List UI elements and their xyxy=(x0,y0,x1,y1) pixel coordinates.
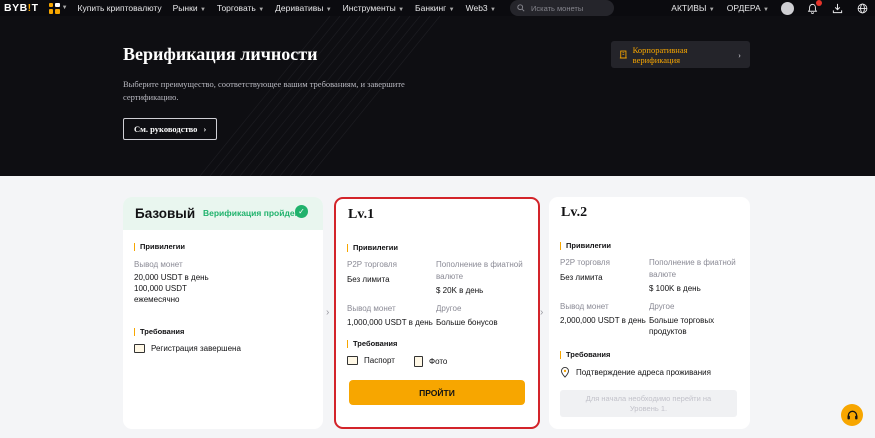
lv2-level-card: Lv.2 Привилегии P2P торговля Без лимита … xyxy=(549,197,750,429)
other-value: Больше бонусов xyxy=(436,318,498,327)
withdraw-value: 2,000,000 USDT в день xyxy=(560,316,646,325)
guide-button-label: См. руководство xyxy=(134,124,198,134)
orders-menu[interactable]: ОРДЕРА ▼ xyxy=(727,3,769,13)
requirements-label: Требования xyxy=(134,328,184,336)
requirements-label: Требования xyxy=(560,351,610,359)
p2p-label: P2P торговля xyxy=(347,260,397,269)
requirement-address-label: Подтверждение адреса проживания xyxy=(576,368,711,377)
main-menu: Купить криптовалюту Рынки ▼ Торговать ▼ … xyxy=(78,3,496,13)
withdraw-value-monthly-suffix: ежемесячно xyxy=(134,295,180,304)
search-input[interactable]: Искать монеты xyxy=(510,0,614,16)
requirement-passport: Паспорт xyxy=(347,356,395,365)
fiat-label-line1: Пополнение в фиатной xyxy=(649,258,736,267)
requirement-passport-label: Паспорт xyxy=(364,356,395,365)
fiat-value: $ 20K в день xyxy=(436,286,484,295)
guide-button[interactable]: См. руководство › xyxy=(123,118,218,140)
requirement-photo-label: Фото xyxy=(429,357,448,366)
lv2-level-title: Lv.2 xyxy=(561,205,588,220)
logo-end: T xyxy=(31,2,39,14)
page-title: Верификация личности xyxy=(123,44,318,64)
other-value-line1: Больше торговых xyxy=(649,316,715,325)
download-icon[interactable] xyxy=(831,2,844,15)
location-pin-icon xyxy=(561,367,569,378)
search-icon xyxy=(517,4,525,12)
lv1-level-title: Lv.1 xyxy=(348,207,375,222)
basic-level-card: Базовый Верификация пройдена ✓ Привилеги… xyxy=(123,197,323,429)
photo-icon xyxy=(414,356,423,367)
menu-item-buy-crypto[interactable]: Купить криптовалюту xyxy=(78,3,162,13)
other-label: Другое xyxy=(436,304,462,313)
assets-menu[interactable]: АКТИВЫ ▼ xyxy=(671,3,714,13)
privileges-label: Привилегии xyxy=(560,242,611,250)
nav-right: АКТИВЫ ▼ ОРДЕРА ▼ xyxy=(671,0,869,16)
p2p-value: Без лимита xyxy=(560,273,603,282)
disabled-hint-line1: Для начала необходимо перейти на xyxy=(585,394,712,403)
p2p-label: P2P торговля xyxy=(560,258,610,267)
withdraw-value-monthly: 100,000 USDT xyxy=(134,284,187,293)
building-icon xyxy=(619,50,627,59)
globe-icon[interactable] xyxy=(856,2,869,15)
disabled-hint-line2: Уровень 1. xyxy=(629,404,668,413)
disabled-hint-button: Для начала необходимо перейти на Уровень… xyxy=(560,390,737,417)
fiat-label-line1: Пополнение в фиатной xyxy=(436,260,523,269)
logo-main: BYB xyxy=(4,2,28,14)
fiat-value: $ 100K в день xyxy=(649,284,701,293)
requirement-registration-label: Регистрация завершена xyxy=(151,344,241,353)
chevron-right-icon: › xyxy=(326,307,330,318)
passport-icon xyxy=(347,356,358,365)
headset-icon xyxy=(846,410,858,419)
withdraw-label: Вывод монет xyxy=(134,260,183,269)
corporate-verification-button[interactable]: Корпоративная верификация › xyxy=(611,41,750,68)
chevron-right-icon: › xyxy=(738,49,741,60)
requirement-address: Подтверждение адреса проживания xyxy=(560,367,711,378)
requirements-label: Требования xyxy=(347,340,397,348)
menu-item-markets[interactable]: Рынки ▼ xyxy=(173,3,206,13)
chevron-right-icon: › xyxy=(203,124,207,134)
menu-item-tools[interactable]: Инструменты ▼ xyxy=(343,3,404,13)
withdraw-value-daily: 20,000 USDT в день xyxy=(134,273,209,282)
chevron-down-icon: ▼ xyxy=(61,5,68,11)
search-placeholder: Искать монеты xyxy=(531,3,584,13)
corporate-verification-label: Корпоративная верификация xyxy=(632,44,688,65)
fiat-label-line2: валюте xyxy=(649,270,677,279)
other-label: Другое xyxy=(649,302,675,311)
other-value-line2: продуктов xyxy=(649,327,687,336)
requirement-registration: Регистрация завершена xyxy=(134,344,241,353)
apps-menu-button[interactable]: ▼ xyxy=(48,2,68,14)
support-chat-button[interactable] xyxy=(841,404,863,426)
verification-status: Верификация пройдена xyxy=(203,208,305,218)
chevron-right-icon: › xyxy=(540,307,544,318)
envelope-icon xyxy=(134,344,145,353)
apps-grid-icon xyxy=(48,2,60,14)
start-verification-button[interactable]: ПРОЙТИ xyxy=(349,380,525,405)
page-subtitle: Выберите преимущество, соответствующее в… xyxy=(123,79,405,102)
basic-level-title: Базовый xyxy=(135,206,196,221)
withdraw-label: Вывод монет xyxy=(347,304,396,313)
bell-icon[interactable] xyxy=(806,0,822,15)
notification-badge xyxy=(816,0,822,6)
withdraw-label: Вывод монет xyxy=(560,302,609,311)
p2p-value: Без лимита xyxy=(347,275,390,284)
menu-item-derivatives[interactable]: Деривативы ▼ xyxy=(275,3,332,13)
avatar[interactable] xyxy=(781,1,794,15)
menu-item-banking[interactable]: Банкинг ▼ xyxy=(415,3,455,13)
withdraw-value: 1,000,000 USDT в день xyxy=(347,318,433,327)
privileges-label: Привилегии xyxy=(134,243,185,251)
requirement-photo: Фото xyxy=(414,356,447,367)
privileges-label: Привилегии xyxy=(347,244,398,252)
check-icon: ✓ xyxy=(295,205,308,218)
lv1-level-card: Lv.1 Привилегии P2P торговля Без лимита … xyxy=(334,197,540,429)
menu-item-trade[interactable]: Торговать ▼ xyxy=(217,3,264,13)
fiat-label-line2: валюте xyxy=(436,272,464,281)
bybit-logo[interactable]: BYB!T xyxy=(4,2,39,14)
top-navbar: BYB!T ▼ Купить криптовалюту Рынки ▼ Торг… xyxy=(0,0,875,16)
hero-banner: Верификация личности Выберите преимущест… xyxy=(0,16,875,176)
menu-item-web3[interactable]: Web3 ▼ xyxy=(466,3,496,13)
